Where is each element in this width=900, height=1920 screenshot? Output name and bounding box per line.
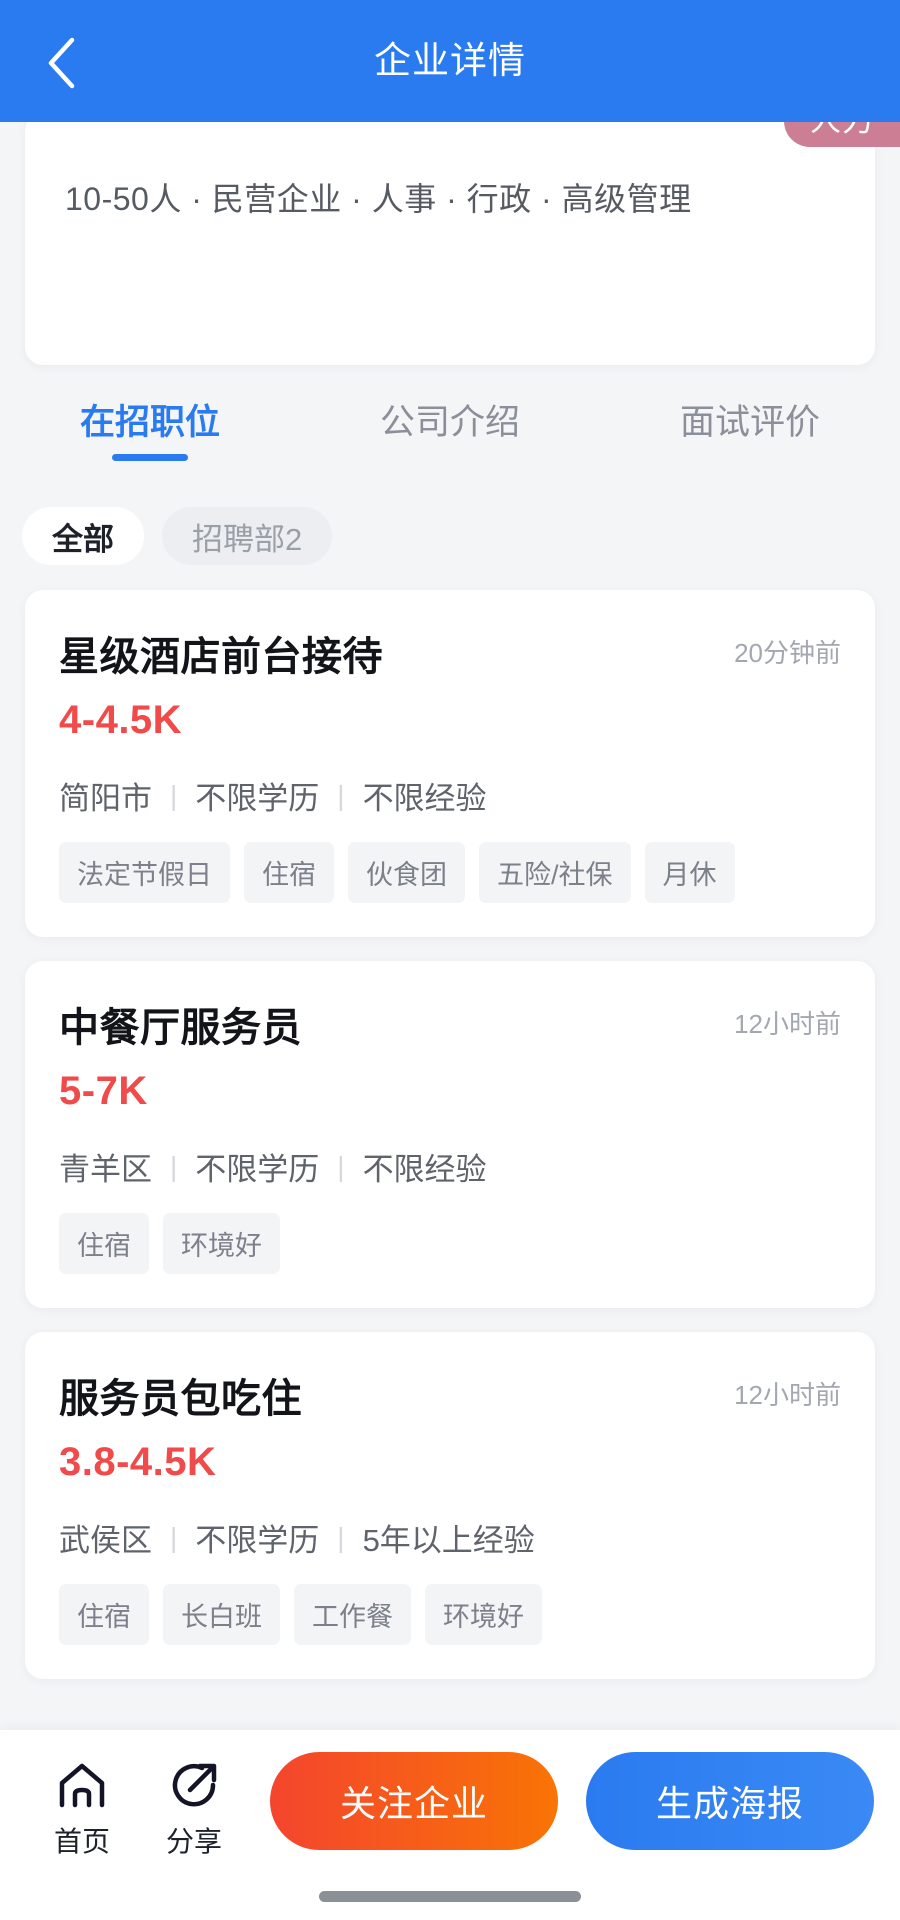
filter-chip-department[interactable]: 招聘部2: [162, 507, 333, 565]
job-tag: 伙食团: [348, 842, 465, 903]
job-tag: 月休: [644, 842, 735, 903]
job-experience: 不限经验: [362, 781, 487, 816]
job-tags: 法定节假日 住宿 伙食团 五险/社保 月休: [59, 842, 841, 903]
meta-divider: |: [170, 1150, 178, 1182]
header-bar: 企业详情: [0, 0, 900, 122]
primary-actions: 关注企业 生成海报: [250, 1752, 874, 1850]
tab-interview-reviews[interactable]: 面试评价: [600, 388, 900, 445]
meta-divider: |: [337, 779, 345, 811]
meta-divider: |: [337, 1521, 345, 1553]
job-title: 服务员包吃住: [59, 1377, 302, 1421]
home-button[interactable]: 首页: [26, 1752, 138, 1860]
job-card-header: 星级酒店前台接待 20分钟前: [59, 624, 841, 682]
meta-divider: |: [337, 1150, 345, 1182]
tab-company-intro[interactable]: 公司介绍: [300, 388, 600, 445]
home-indicator: [319, 1891, 581, 1902]
tab-label: 公司介绍: [379, 403, 520, 442]
job-title: 中餐厅服务员: [59, 1006, 302, 1050]
meta-divider: |: [170, 779, 178, 811]
tab-active-indicator: [112, 454, 188, 461]
meta-divider: |: [170, 1521, 178, 1553]
company-info-card: 10-50人 · 民营企业 · 人事 · 行政 · 高级管理: [25, 113, 875, 365]
home-button-label: 首页: [53, 1826, 110, 1857]
job-tag: 住宿: [59, 1213, 149, 1274]
job-location: 简阳市: [59, 781, 152, 816]
tab-label: 面试评价: [679, 403, 820, 442]
app-screen: 企业详情 10-50人 · 民营企业 · 人事 · 行政 · 高级管理 人力 在…: [0, 0, 900, 1920]
job-education: 不限学历: [195, 1152, 320, 1187]
page-title: 企业详情: [374, 40, 526, 81]
follow-company-button[interactable]: 关注企业: [270, 1752, 558, 1850]
generate-poster-button[interactable]: 生成海报: [586, 1752, 874, 1850]
department-filter-chips: 全部 招聘部2: [22, 505, 882, 567]
company-meta-text: 10-50人 · 民营企业 · 人事 · 行政 · 高级管理: [65, 181, 692, 217]
share-icon: [168, 1758, 220, 1812]
job-post-time: 20分钟前: [734, 638, 841, 668]
job-education: 不限学历: [195, 781, 320, 816]
job-tags: 住宿 长白班 工作餐 环境好: [59, 1584, 841, 1645]
job-tag: 工作餐: [294, 1584, 411, 1645]
job-experience: 不限经验: [362, 1152, 487, 1187]
job-tag: 五险/社保: [479, 842, 631, 903]
job-title: 星级酒店前台接待: [59, 635, 383, 679]
job-education: 不限学历: [195, 1523, 320, 1558]
job-tag: 住宿: [59, 1584, 149, 1645]
job-card[interactable]: 星级酒店前台接待 20分钟前 4-4.5K 简阳市 | 不限学历 | 不限经验 …: [25, 590, 875, 937]
job-experience: 5年以上经验: [362, 1523, 535, 1558]
job-tags: 住宿 环境好: [59, 1213, 841, 1274]
job-list: 星级酒店前台接待 20分钟前 4-4.5K 简阳市 | 不限学历 | 不限经验 …: [0, 590, 900, 1720]
job-card[interactable]: 服务员包吃住 12小时前 3.8-4.5K 武侯区 | 不限学历 | 5年以上经…: [25, 1332, 875, 1679]
job-card-header: 中餐厅服务员 12小时前: [59, 995, 841, 1053]
share-button-label: 分享: [165, 1826, 222, 1857]
job-tag: 环境好: [163, 1213, 280, 1274]
home-icon: [56, 1758, 108, 1812]
tab-open-positions[interactable]: 在招职位: [0, 388, 300, 461]
filter-chip-all[interactable]: 全部: [22, 507, 144, 565]
job-salary: 5-7K: [59, 1069, 148, 1113]
tab-bar: 在招职位 公司介绍 面试评价: [0, 388, 900, 480]
job-post-time: 12小时前: [734, 1009, 841, 1039]
job-meta: 青羊区 | 不限学历 | 不限经验: [59, 1144, 841, 1189]
share-button[interactable]: 分享: [138, 1752, 250, 1860]
job-card[interactable]: 中餐厅服务员 12小时前 5-7K 青羊区 | 不限学历 | 不限经验 住宿 环…: [25, 961, 875, 1308]
job-tag: 长白班: [163, 1584, 280, 1645]
job-post-time: 12小时前: [734, 1380, 841, 1410]
job-meta: 简阳市 | 不限学历 | 不限经验: [59, 773, 841, 818]
job-location: 青羊区: [59, 1152, 152, 1187]
job-tag: 环境好: [425, 1584, 542, 1645]
job-tag: 住宿: [244, 842, 334, 903]
job-salary: 3.8-4.5K: [59, 1440, 217, 1484]
job-tag: 法定节假日: [59, 842, 230, 903]
job-salary: 4-4.5K: [59, 698, 183, 742]
job-card-header: 服务员包吃住 12小时前: [59, 1366, 841, 1424]
tab-label: 在招职位: [79, 403, 220, 442]
job-location: 武侯区: [59, 1523, 152, 1558]
job-meta: 武侯区 | 不限学历 | 5年以上经验: [59, 1515, 841, 1560]
